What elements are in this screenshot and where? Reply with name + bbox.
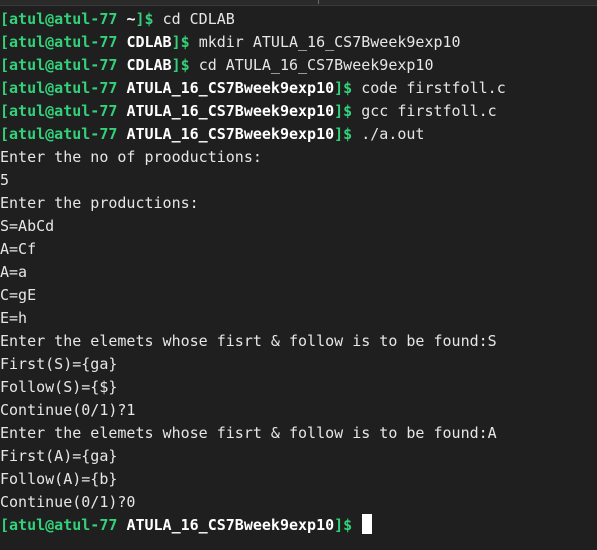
command-line: [atul@atul-77 ATULA_16_CS7Bweek9exp10]$ … xyxy=(0,77,597,100)
prompt-dir: ATULA_16_CS7Bweek9exp10 xyxy=(126,516,335,534)
prompt-user-host: [atul@atul-77 xyxy=(0,125,118,143)
output-line: E=h xyxy=(0,309,28,327)
command-text: ./a.out xyxy=(361,125,425,143)
output-line: First(A)={ga} xyxy=(0,447,118,465)
output-line: 5 xyxy=(0,171,10,189)
command-line: [atul@atul-77 ATULA_16_CS7Bweek9exp10]$ … xyxy=(0,100,597,123)
output-line: First(S)={ga} xyxy=(0,355,118,373)
output-line: Follow(S)={$} xyxy=(0,378,118,396)
prompt-dollar: ]$ xyxy=(334,125,353,143)
command-text: cd ATULA_16_CS7Bweek9exp10 xyxy=(198,56,434,74)
output-line: A=Cf xyxy=(0,240,37,258)
title-bar xyxy=(0,0,597,6)
command-line: [atul@atul-77 ~]$ cd CDLAB xyxy=(0,8,597,31)
command-text: gcc firstfoll.c xyxy=(361,102,497,120)
output-line: S=AbCd xyxy=(0,217,55,235)
command-text: cd CDLAB xyxy=(162,10,235,28)
output-line: Enter the productions: xyxy=(0,194,199,212)
prompt-dir: ATULA_16_CS7Bweek9exp10 xyxy=(126,102,335,120)
prompt-user-host: [atul@atul-77 xyxy=(0,56,118,74)
prompt-user-host: [atul@atul-77 xyxy=(0,33,118,51)
prompt-dollar: ]$ xyxy=(171,56,190,74)
command-line: [atul@atul-77 CDLAB]$ cd ATULA_16_CS7Bwe… xyxy=(0,54,597,77)
terminal-window[interactable]: [atul@atul-77 ~]$ cd CDLAB [atul@atul-77… xyxy=(0,0,597,550)
prompt-dollar: ]$ xyxy=(135,10,154,28)
text-cursor[interactable] xyxy=(362,514,373,534)
output-line: C=gE xyxy=(0,286,37,304)
output-line: Continue(0/1)?1 xyxy=(0,401,136,419)
title-bar-marker xyxy=(318,0,319,4)
command-text: code firstfoll.c xyxy=(361,79,506,97)
command-line: [atul@atul-77 ATULA_16_CS7Bweek9exp10]$ … xyxy=(0,123,597,146)
output-line: Continue(0/1)?0 xyxy=(0,493,136,511)
output-line: Enter the elemets whose fisrt & follow i… xyxy=(0,424,497,442)
output-line: Enter the elemets whose fisrt & follow i… xyxy=(0,332,497,350)
prompt-dollar: ]$ xyxy=(171,33,190,51)
prompt-dir: CDLAB xyxy=(126,33,172,51)
prompt-user-host: [atul@atul-77 xyxy=(0,79,118,97)
prompt-user-host: [atul@atul-77 xyxy=(0,516,118,534)
prompt-user-host: [atul@atul-77 xyxy=(0,10,118,28)
command-line: [atul@atul-77 CDLAB]$ mkdir ATULA_16_CS7… xyxy=(0,31,597,54)
output-line: Enter the no of prooductions: xyxy=(0,148,262,166)
prompt-dir: CDLAB xyxy=(126,56,172,74)
prompt-dir: ATULA_16_CS7Bweek9exp10 xyxy=(126,79,335,97)
command-text: mkdir ATULA_16_CS7Bweek9exp10 xyxy=(198,33,461,51)
output-line: A=a xyxy=(0,263,28,281)
prompt-dollar: ]$ xyxy=(334,79,353,97)
output-line: Follow(A)={b} xyxy=(0,470,118,488)
prompt-dollar: ]$ xyxy=(334,516,353,534)
prompt-user-host: [atul@atul-77 xyxy=(0,102,118,120)
prompt-dollar: ]$ xyxy=(334,102,353,120)
prompt-dir: ATULA_16_CS7Bweek9exp10 xyxy=(126,125,335,143)
terminal-output: [atul@atul-77 ~]$ cd CDLAB [atul@atul-77… xyxy=(0,8,597,537)
current-prompt-line[interactable]: [atul@atul-77 ATULA_16_CS7Bweek9exp10]$ xyxy=(0,514,597,537)
